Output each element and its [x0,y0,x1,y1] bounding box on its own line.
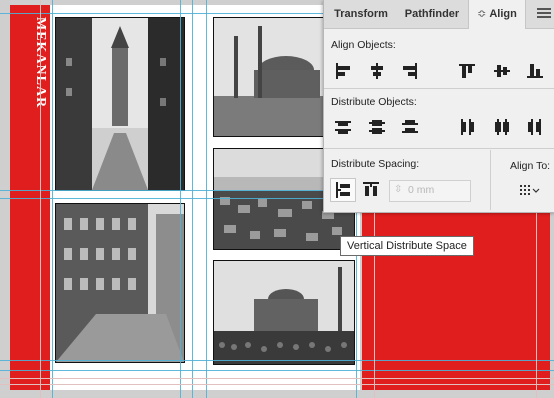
distribute-left-edges-icon[interactable] [454,116,480,138]
margin-line [0,384,554,385]
tab-transform[interactable]: Transform [326,0,396,28]
guide-vertical [52,0,53,398]
guide-horizontal [0,370,554,371]
tab-align-label: Align [489,8,517,20]
galata-tower-street-photo[interactable] [55,17,185,191]
align-objects-label: Align Objects: [331,39,396,51]
spacing-value: 0 mm [408,184,435,196]
distribute-right-edges-icon[interactable] [522,116,548,138]
guide-vertical [180,0,181,398]
tooltip: Vertical Distribute Space [340,236,474,256]
spacing-input[interactable]: ⇳ 0 mm [389,180,471,202]
vertical-distribute-space-button[interactable] [330,178,356,202]
align-horizontal-centers-icon[interactable] [364,60,390,82]
align-left-edges-icon[interactable] [330,60,356,82]
distribute-spacing-label: Distribute Spacing: [331,158,420,170]
distribute-vertical-centers-icon[interactable] [364,116,390,138]
old-street-buildings-photo[interactable] [55,203,185,363]
spacing-stepper-icon[interactable]: ⇳ [394,184,402,195]
margin-line [40,0,41,398]
guide-vertical [206,0,207,398]
distribute-horizontal-centers-icon[interactable] [489,116,515,138]
align-vertical-centers-icon[interactable] [489,60,515,82]
vertical-title: MEKANLAR [33,17,48,109]
mosque-crowd-photo[interactable] [213,260,355,365]
tab-collapse-icon: ≎ [477,8,487,20]
align-top-edges-icon[interactable] [454,60,480,82]
guide-vertical [192,0,193,398]
align-to-selection-icon[interactable] [516,180,542,202]
horizontal-distribute-space-icon[interactable] [358,178,384,200]
align-bottom-edges-icon[interactable] [522,60,548,82]
panel-separator [324,88,554,89]
panel-menu-icon[interactable] [537,6,551,20]
distribute-top-edges-icon[interactable] [330,116,356,138]
panel-column-divider [490,150,491,210]
panel-tab-bar: Transform Pathfinder ≎ Align [324,0,554,29]
distribute-objects-label: Distribute Objects: [331,96,417,108]
guide-horizontal [0,360,554,361]
panel-separator [324,148,554,149]
tab-pathfinder[interactable]: Pathfinder [396,0,468,28]
margin-line [0,378,554,379]
align-right-edges-icon[interactable] [397,60,423,82]
tab-align[interactable]: ≎ Align [468,0,526,29]
align-to-label: Align To: [510,160,551,172]
distribute-bottom-edges-icon[interactable] [397,116,423,138]
